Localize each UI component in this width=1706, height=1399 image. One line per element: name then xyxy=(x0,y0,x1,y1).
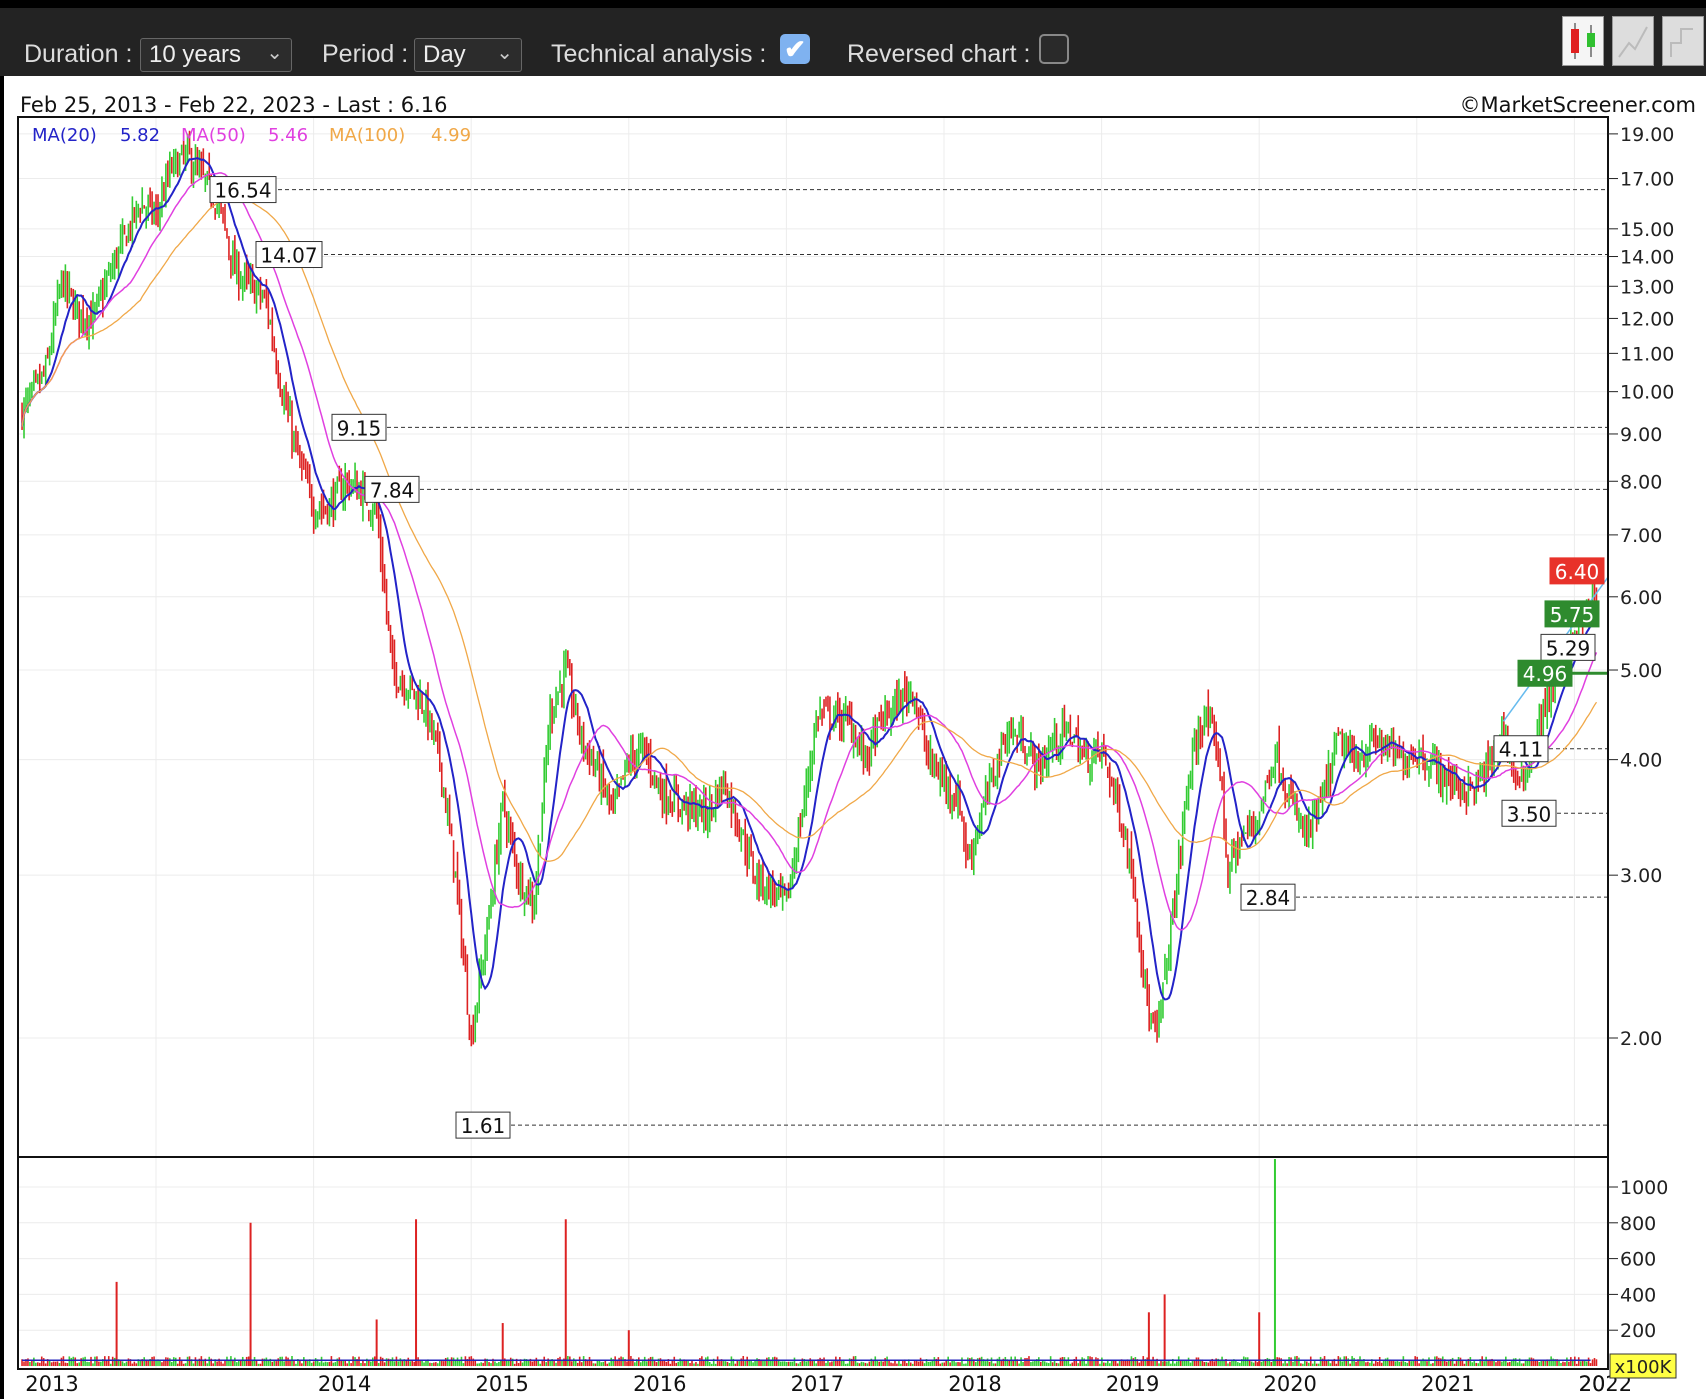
y-tick-label: 10.00 xyxy=(1620,382,1674,404)
y-tick-label: 12.00 xyxy=(1620,308,1674,330)
y-tick-label: 6.00 xyxy=(1620,587,1662,609)
x-tick-label: 2020 xyxy=(1263,1372,1316,1396)
level-label: 14.07 xyxy=(260,244,317,268)
volume-tick-label: 600 xyxy=(1620,1249,1656,1271)
volume-unit: x100K xyxy=(1615,1357,1673,1378)
price-tag-red: 6.40 xyxy=(1555,560,1600,584)
x-tick-label: 2016 xyxy=(633,1372,686,1396)
price-tag-green: 5.75 xyxy=(1550,603,1595,627)
price-chart: Feb 25, 2013 - Feb 22, 2023 - Last : 6.1… xyxy=(4,76,1706,1399)
y-tick-label: 9.00 xyxy=(1620,424,1662,446)
level-label: 1.61 xyxy=(461,1114,506,1138)
y-tick-label: 11.00 xyxy=(1620,343,1674,365)
price-tag-white: 5.29 xyxy=(1546,636,1591,660)
ma100-label: MA(100) xyxy=(329,125,405,146)
y-tick-label: 7.00 xyxy=(1620,525,1662,547)
level-label: 3.50 xyxy=(1507,802,1552,826)
level-label: 4.11 xyxy=(1499,738,1544,762)
x-tick-label: 2013 xyxy=(25,1372,78,1396)
ma100-value: 4.99 xyxy=(431,125,471,146)
x-tick-label: 20 xyxy=(1579,1372,1606,1396)
x-tick-label: 2021 xyxy=(1421,1372,1474,1396)
x-tick-label: 2019 xyxy=(1106,1372,1159,1396)
level-label: 7.84 xyxy=(370,478,415,502)
volume-tick-label: 200 xyxy=(1620,1320,1656,1342)
x-tick-label: 2017 xyxy=(791,1372,844,1396)
y-tick-label: 17.00 xyxy=(1620,169,1674,191)
level-label: 9.15 xyxy=(337,416,382,440)
volume-tick-label: 800 xyxy=(1620,1213,1656,1235)
y-tick-label: 8.00 xyxy=(1620,471,1662,493)
ma20-label: MA(20) xyxy=(32,125,97,146)
ma50-value: 5.46 xyxy=(268,125,308,146)
y-tick-label: 4.00 xyxy=(1620,750,1662,772)
volume-tick-label: 1000 xyxy=(1620,1177,1668,1199)
y-tick-label: 19.00 xyxy=(1620,124,1674,146)
copyright: ©MarketScreener.com xyxy=(1459,93,1696,117)
y-tick-label: 14.00 xyxy=(1620,247,1674,269)
y-tick-label: 2.00 xyxy=(1620,1028,1662,1050)
ma20-value: 5.82 xyxy=(120,125,160,146)
date-range-label: Feb 25, 2013 - Feb 22, 2023 - Last : 6.1… xyxy=(20,93,448,117)
y-tick-label: 3.00 xyxy=(1620,865,1662,887)
y-tick-label: 15.00 xyxy=(1620,219,1674,241)
y-tick-label: 5.00 xyxy=(1620,660,1662,682)
price-tag-green: 4.96 xyxy=(1523,662,1568,686)
y-tick-label: 13.00 xyxy=(1620,276,1674,298)
x-tick-label: 2015 xyxy=(475,1372,528,1396)
level-label: 2.84 xyxy=(1246,886,1291,910)
level-label: 16.54 xyxy=(214,179,271,203)
volume-tick-label: 400 xyxy=(1620,1284,1656,1306)
x-tick-label: 2014 xyxy=(318,1372,371,1396)
ma50-label: MA(50) xyxy=(181,125,246,146)
x-tick-label: 2018 xyxy=(948,1372,1001,1396)
